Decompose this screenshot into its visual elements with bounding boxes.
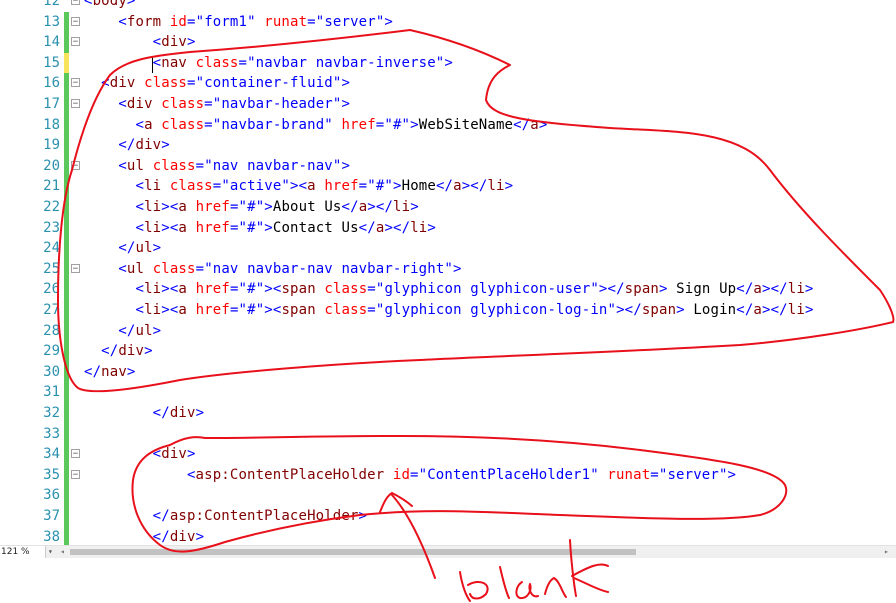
annotation-outline-placeholder (131, 435, 788, 553)
annotation-arrow-head (379, 492, 413, 513)
handwritten-annotation-layer (57, 29, 895, 602)
annotation-outline-navbar (57, 29, 895, 393)
annotation-handwritten-blank (459, 539, 609, 602)
annotation-arrow-shaft (391, 494, 436, 579)
